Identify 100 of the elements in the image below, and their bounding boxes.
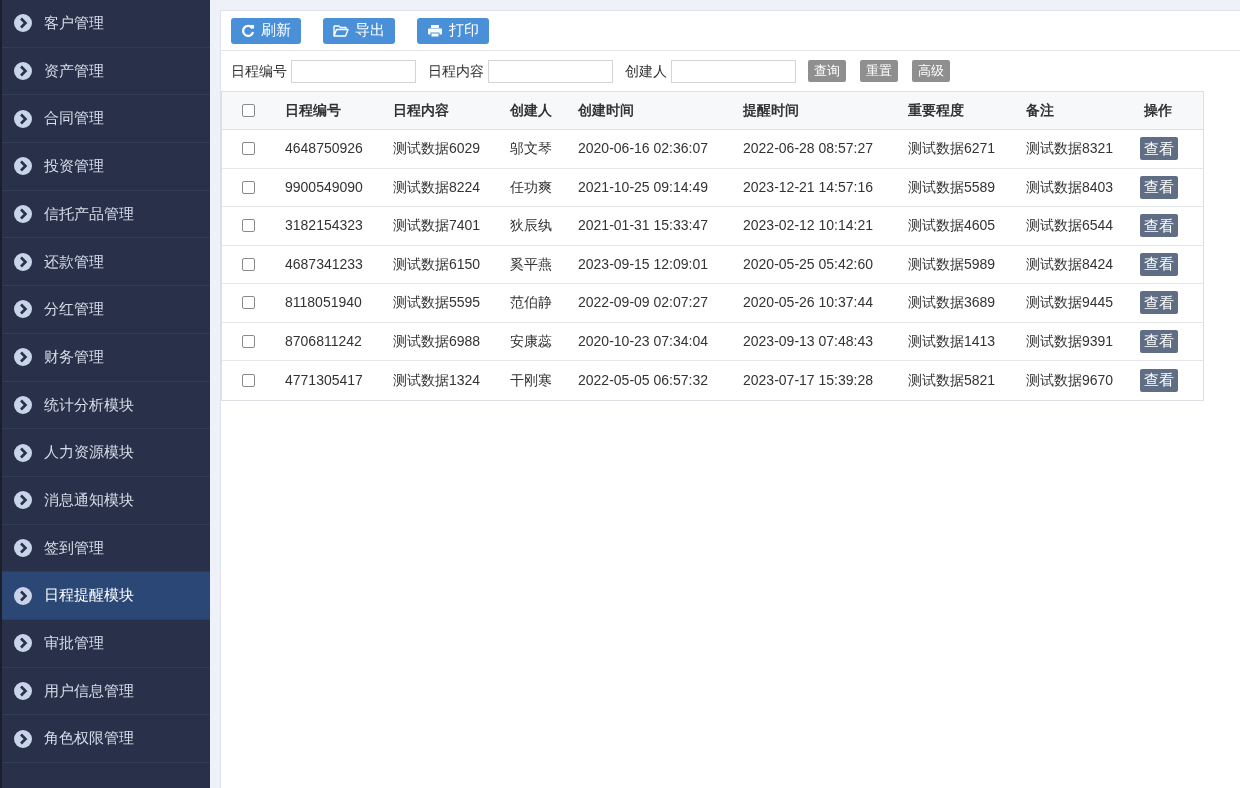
table-cell: 4687341233 <box>285 255 363 272</box>
column-header: 备注 <box>1026 102 1054 118</box>
table-cell: 2020-06-16 02:36:07 <box>578 140 708 157</box>
table-cell: 奚平燕 <box>510 255 552 272</box>
table-cell: 2021-10-25 09:14:49 <box>578 178 708 195</box>
chevron-right-circle-icon <box>14 157 32 176</box>
table-cell: 2020-05-25 05:42:60 <box>743 255 873 272</box>
refresh-icon <box>241 23 255 38</box>
checkbox[interactable] <box>242 180 255 194</box>
table-cell: 测试数据6544 <box>1026 217 1114 234</box>
table-cell: 2022-05-05 06:57:32 <box>578 371 708 388</box>
view-button[interactable]: 查看 <box>1140 214 1178 238</box>
table-cell: 测试数据6271 <box>908 140 996 157</box>
sidebar-item[interactable]: 用户信息管理 <box>2 667 210 716</box>
chevron-right-circle-icon <box>14 681 32 700</box>
table-cell: 干刚寒 <box>510 371 552 388</box>
table-cell: 狄辰纨 <box>510 217 552 234</box>
column-header: 重要程度 <box>908 102 964 118</box>
chevron-right-circle-icon <box>14 205 32 224</box>
table-cell: 测试数据5821 <box>908 371 996 388</box>
filter-input[interactable] <box>488 59 613 83</box>
table-cell: 测试数据7401 <box>393 217 481 234</box>
chevron-right-circle-icon <box>14 538 32 557</box>
column-header: 日程内容 <box>393 102 449 118</box>
table-cell: 8706811242 <box>285 332 362 349</box>
filter-input[interactable] <box>671 59 796 83</box>
table-cell: 2023-02-12 10:14:21 <box>743 217 873 234</box>
column-header: 操作 <box>1144 102 1172 118</box>
chevron-right-circle-icon <box>14 300 32 319</box>
chevron-right-circle-icon <box>14 62 32 81</box>
filter-input[interactable] <box>291 59 416 83</box>
view-button[interactable]: 查看 <box>1140 368 1178 392</box>
checkbox[interactable] <box>242 373 255 387</box>
table-cell: 邬文琴 <box>510 140 552 157</box>
table-cell: 测试数据1324 <box>393 371 481 388</box>
folder-icon <box>333 23 349 38</box>
chevron-right-circle-icon <box>14 252 32 271</box>
checkbox[interactable] <box>242 142 255 156</box>
table-cell: 2023-07-17 15:39:28 <box>743 371 873 388</box>
chevron-right-circle-icon <box>14 729 32 748</box>
sidebar-item[interactable]: 审批管理 <box>2 619 210 668</box>
checkbox[interactable] <box>242 104 255 117</box>
sidebar-item[interactable]: 信托产品管理 <box>2 190 210 239</box>
table-cell: 4648750926 <box>285 140 363 157</box>
checkbox[interactable] <box>242 296 255 310</box>
view-button[interactable]: 查看 <box>1140 291 1178 315</box>
chevron-right-circle-icon <box>14 395 32 414</box>
chevron-right-circle-icon <box>14 634 32 653</box>
table-cell: 测试数据3689 <box>908 294 996 311</box>
table-cell: 测试数据8224 <box>393 178 481 195</box>
sidebar-item[interactable]: 合同管理 <box>2 95 210 144</box>
table-cell: 4771305417 <box>285 371 363 388</box>
table-cell: 2020-10-23 07:34:04 <box>578 332 708 349</box>
table-cell: 测试数据6988 <box>393 332 481 349</box>
sidebar-item[interactable]: 日程提醒模块 <box>2 572 210 620</box>
sidebar-item[interactable]: 财务管理 <box>2 333 210 382</box>
chevron-right-circle-icon <box>14 109 32 128</box>
column-header: 日程编号 <box>285 102 341 118</box>
sidebar-item[interactable]: 投资管理 <box>2 143 210 191</box>
sidebar-item[interactable]: 角色权限管理 <box>2 715 210 763</box>
chevron-right-circle-icon <box>14 348 32 367</box>
table-cell: 2020-05-26 10:37:44 <box>743 294 873 311</box>
table-cell: 测试数据9670 <box>1026 371 1114 388</box>
table-cell: 测试数据5989 <box>908 255 996 272</box>
checkbox[interactable] <box>242 219 255 233</box>
table-cell: 2021-01-31 15:33:47 <box>578 217 708 234</box>
sidebar-item[interactable]: 人力资源模块 <box>2 429 210 477</box>
sidebar-item[interactable]: 统计分析模块 <box>2 381 210 430</box>
table-cell: 2023-12-21 14:57:16 <box>743 178 873 195</box>
table-cell: 2023-09-15 12:09:01 <box>578 255 708 272</box>
sidebar-item[interactable]: 资产管理 <box>2 47 210 96</box>
table-cell: 测试数据6150 <box>393 255 481 272</box>
table-cell: 范伯静 <box>510 294 552 311</box>
chevron-right-circle-icon <box>14 443 32 462</box>
chevron-right-circle-icon <box>14 491 32 510</box>
table-cell: 测试数据5595 <box>393 294 481 311</box>
table-cell: 测试数据8424 <box>1026 255 1114 272</box>
table-cell: 3182154323 <box>285 217 363 234</box>
table-cell: 测试数据8403 <box>1026 178 1114 195</box>
table-cell: 测试数据6029 <box>393 140 481 157</box>
column-header: 创建时间 <box>578 102 634 118</box>
sidebar-item[interactable]: 消息通知模块 <box>2 476 210 525</box>
sidebar-item[interactable]: 分红管理 <box>2 286 210 334</box>
checkbox[interactable] <box>242 257 255 271</box>
view-button[interactable]: 查看 <box>1140 252 1178 276</box>
filter-label: 创建人 <box>625 61 667 81</box>
view-button[interactable]: 查看 <box>1140 137 1178 161</box>
table-cell: 测试数据1413 <box>908 332 996 349</box>
column-header: 创建人 <box>510 102 552 118</box>
view-button[interactable]: 查看 <box>1140 175 1178 199</box>
column-header: 提醒时间 <box>743 102 799 118</box>
sidebar-item[interactable]: 还款管理 <box>2 238 210 287</box>
checkbox[interactable] <box>242 334 255 348</box>
table-cell: 2023-09-13 07:48:43 <box>743 332 873 349</box>
table-cell: 测试数据4605 <box>908 217 996 234</box>
table-cell: 2022-09-09 02:07:27 <box>578 294 708 311</box>
table-cell: 测试数据8321 <box>1026 140 1114 157</box>
view-button[interactable]: 查看 <box>1140 329 1178 353</box>
chevron-right-circle-icon <box>14 586 32 605</box>
sidebar-item[interactable]: 客户管理 <box>2 0 210 48</box>
